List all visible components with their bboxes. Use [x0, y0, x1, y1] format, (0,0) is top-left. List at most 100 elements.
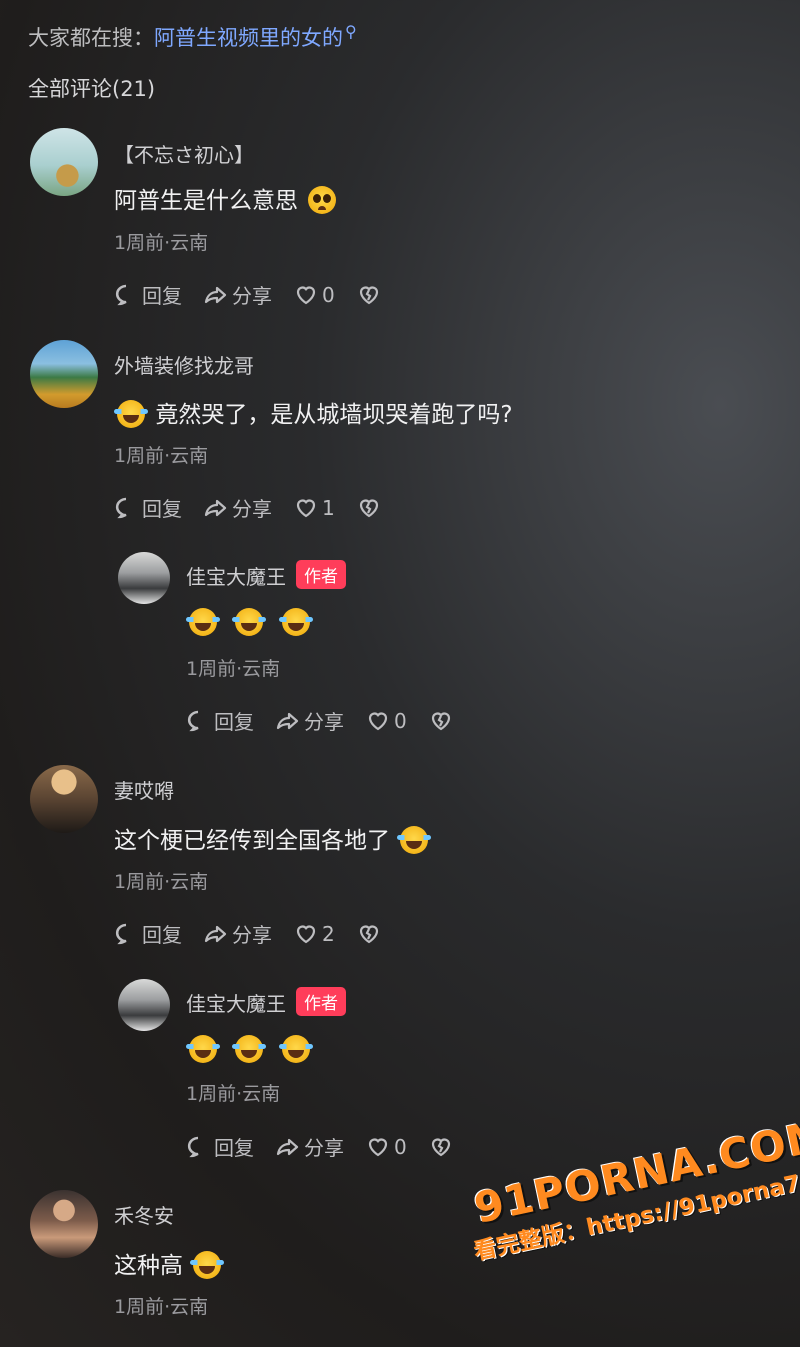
reply-text — [186, 608, 313, 636]
reply-label: 回复 — [214, 710, 254, 734]
rofl-icon — [114, 400, 148, 428]
reply-label: 回复 — [214, 1136, 254, 1160]
reply-actions: 回复 分享 0 — [186, 1132, 479, 1161]
reply-avatar[interactable] — [118, 552, 170, 604]
like-count: 2 — [322, 921, 335, 946]
heart-icon — [296, 924, 316, 943]
heart-icon — [368, 711, 388, 730]
reply-author[interactable]: 佳宝大魔王 作者 — [186, 560, 346, 590]
reply-button[interactable]: 回复 — [186, 706, 254, 735]
comment-author[interactable]: 禾冬安 — [114, 1200, 174, 1229]
reply-author[interactable]: 佳宝大魔王 作者 — [186, 987, 346, 1017]
dislike-button[interactable] — [357, 496, 385, 520]
reply-icon — [115, 497, 127, 518]
comment-text: 阿普生是什么意思 — [114, 181, 339, 215]
broken-heart-icon — [359, 924, 378, 943]
reply-icon — [187, 1136, 199, 1157]
like-count: 0 — [394, 708, 407, 733]
share-button[interactable]: 分享 — [204, 280, 272, 309]
share-button[interactable]: 分享 — [204, 919, 272, 948]
comment-meta: 1周前·云南 — [114, 232, 209, 254]
rofl-icon — [232, 608, 267, 636]
rofl-icon — [186, 608, 220, 636]
reply-meta: 1周前·云南 — [186, 1083, 281, 1105]
reply-button[interactable]: 回复 — [114, 493, 182, 522]
reply-button[interactable]: 回复 — [186, 1132, 254, 1161]
comment-meta: 1周前·云南 — [114, 445, 209, 467]
avatar[interactable] — [30, 1190, 98, 1258]
comment-text: 这个梗已经传到全国各地了 — [114, 821, 432, 855]
comment-text-content: 阿普生是什么意思 — [114, 188, 298, 214]
reply-label: 回复 — [142, 284, 182, 308]
avatar[interactable] — [30, 128, 98, 196]
dislike-button[interactable] — [429, 709, 457, 733]
share-button[interactable]: 分享 — [276, 706, 344, 735]
broken-heart-icon — [431, 711, 450, 730]
dislike-button[interactable] — [357, 922, 385, 946]
trending-search-term[interactable]: 阿普生视频里的女的 — [154, 26, 343, 50]
dislike-button[interactable] — [357, 283, 385, 307]
author-badge: 作者 — [296, 987, 346, 1016]
like-button[interactable]: 2 — [294, 922, 335, 946]
pleading-face-icon — [308, 186, 337, 214]
comment-text-content: 这种高 — [114, 1253, 183, 1279]
share-label: 分享 — [304, 710, 344, 734]
share-label: 分享 — [232, 497, 272, 521]
trending-search-prefix: 大家都在搜： — [28, 26, 154, 50]
reply-icon — [115, 923, 127, 944]
like-button[interactable]: 0 — [366, 1135, 407, 1159]
comment-actions: 回复 分享 0 — [114, 280, 407, 309]
trending-search-line[interactable]: 大家都在搜：阿普生视频里的女的 ⚲ — [28, 22, 357, 52]
share-button[interactable]: 分享 — [204, 493, 272, 522]
share-icon — [204, 925, 227, 942]
share-label: 分享 — [304, 1136, 344, 1160]
like-button[interactable]: 1 — [294, 496, 335, 520]
broken-heart-icon — [359, 498, 378, 517]
heart-icon — [368, 1137, 388, 1156]
like-button[interactable]: 0 — [294, 283, 335, 307]
comment-text-content: 这个梗已经传到全国各地了 — [114, 828, 390, 854]
watermark: 91PORNA.COM 看完整版：https://91porna76.com — [470, 1110, 800, 1331]
comment-meta: 1周前·云南 — [114, 1296, 209, 1318]
share-label: 分享 — [232, 923, 272, 947]
like-count: 0 — [394, 1134, 407, 1159]
comment-author[interactable]: 【不忘さ初心】 — [114, 139, 254, 168]
rofl-icon — [278, 608, 313, 636]
rofl-icon — [278, 1035, 313, 1063]
broken-heart-icon — [431, 1137, 450, 1156]
heart-icon — [296, 285, 316, 304]
share-button[interactable]: 分享 — [276, 1132, 344, 1161]
comment-author[interactable]: 外墙装修找龙哥 — [114, 350, 254, 379]
like-count: 0 — [322, 282, 335, 307]
comment-meta: 1周前·云南 — [114, 871, 209, 893]
author-badge: 作者 — [296, 560, 346, 589]
reply-button[interactable]: 回复 — [114, 280, 182, 309]
reply-avatar[interactable] — [118, 979, 170, 1031]
share-icon — [276, 712, 299, 729]
reply-author-name: 佳宝大魔王 — [186, 992, 286, 1016]
avatar[interactable] — [30, 765, 98, 833]
share-icon — [204, 499, 227, 516]
reply-label: 回复 — [142, 923, 182, 947]
like-button[interactable]: 0 — [366, 709, 407, 733]
comment-text: 竟然哭了，是从城墙坝哭着跑了吗? — [114, 395, 513, 429]
dislike-button[interactable] — [429, 1135, 457, 1159]
comment-author[interactable]: 妻哎嘚 — [114, 775, 174, 804]
comments-count-header: 全部评论(21) — [28, 77, 156, 101]
share-label: 分享 — [232, 284, 272, 308]
comment-actions: 回复 分享 1 — [114, 493, 407, 522]
reply-text — [186, 1035, 313, 1063]
rofl-icon — [186, 1035, 220, 1063]
share-icon — [204, 286, 227, 303]
laughing-crying-icon — [397, 826, 432, 854]
reply-icon — [115, 284, 127, 305]
comment-actions: 回复 分享 2 — [114, 919, 407, 948]
reply-meta: 1周前·云南 — [186, 658, 281, 680]
comment-text-content: 竟然哭了，是从城墙坝哭着跑了吗? — [155, 402, 513, 428]
reply-label: 回复 — [142, 497, 182, 521]
rofl-icon — [232, 1035, 267, 1063]
reply-button[interactable]: 回复 — [114, 919, 182, 948]
reply-actions: 回复 分享 0 — [186, 706, 479, 735]
avatar[interactable] — [30, 340, 98, 408]
reply-author-name: 佳宝大魔王 — [186, 565, 286, 589]
